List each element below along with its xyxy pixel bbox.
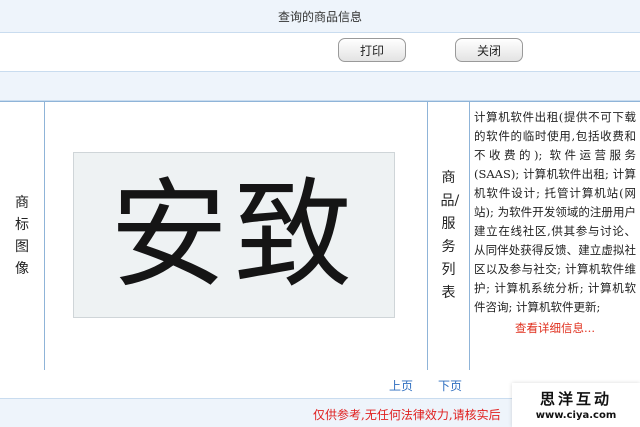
trademark-detail-page: 查询的商品信息 打印 关闭 商标图像 安致 商品/服务列表 计算机软件出租(提供… — [0, 0, 640, 427]
trademark-image-text: 安致 — [109, 166, 358, 304]
goods-services-cell: 计算机软件出租(提供不可下载的软件的临时使用,包括收费和不收费的); 软件运营服… — [470, 102, 640, 370]
trademark-image: 安致 — [73, 152, 395, 318]
trademark-image-label-cell: 商标图像 — [0, 102, 45, 370]
trademark-info-table: 商标图像 安致 商品/服务列表 计算机软件出租(提供不可下载的软件的临时使用,包… — [0, 101, 640, 371]
goods-services-label: 商品/服务列表 — [440, 170, 460, 301]
print-button[interactable]: 打印 — [338, 38, 406, 62]
goods-services-label-cell: 商品/服务列表 — [428, 102, 470, 370]
watermark-brand: 思洋互动 — [539, 390, 612, 408]
trademark-image-label: 商标图像 — [15, 195, 29, 277]
spacer-row — [0, 72, 640, 101]
goods-services-description: 计算机软件出租(提供不可下载的软件的临时使用,包括收费和不收费的); 软件运营服… — [474, 110, 636, 314]
view-details-link[interactable]: 查看详细信息... — [474, 319, 636, 338]
trademark-image-cell: 安致 — [45, 102, 428, 370]
prev-page-link[interactable]: 上页 — [389, 377, 413, 394]
page-title: 查询的商品信息 — [277, 9, 362, 24]
watermark-logo: 思洋互动 www.ciya.com — [512, 383, 640, 427]
toolbar: 打印 关闭 — [0, 33, 640, 72]
next-page-link[interactable]: 下页 — [438, 377, 462, 394]
window-title-bar: 查询的商品信息 — [0, 0, 640, 33]
disclaimer-text: 仅供参考,无任何法律效力,请核实后 — [313, 408, 501, 422]
close-button[interactable]: 关闭 — [455, 38, 523, 62]
watermark-url: www.ciya.com — [535, 410, 617, 421]
